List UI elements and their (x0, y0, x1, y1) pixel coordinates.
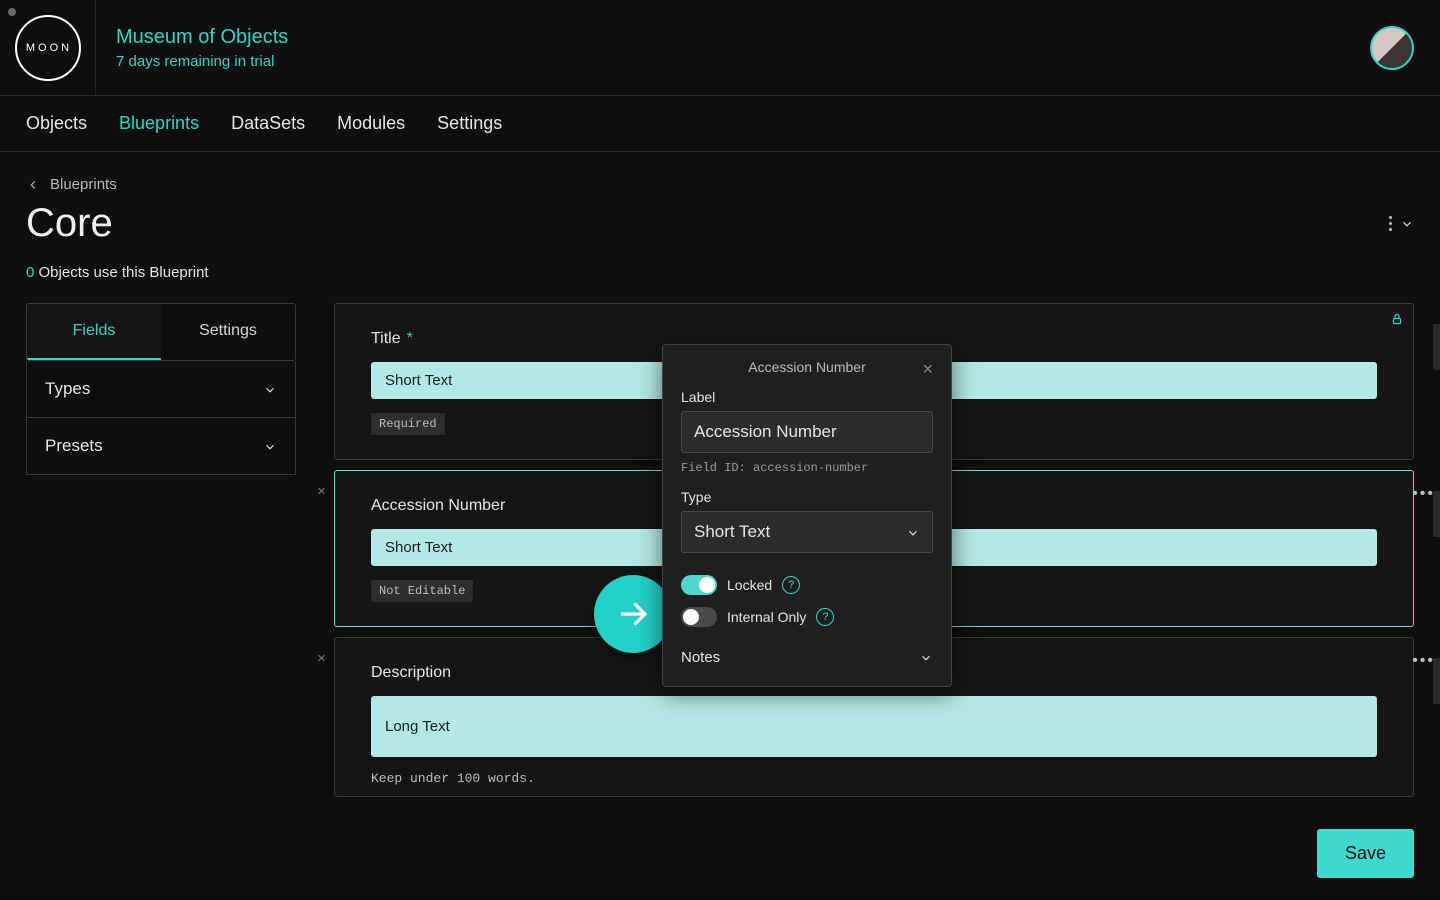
usage-count: 0 (26, 264, 34, 281)
chevron-down-icon (263, 439, 277, 453)
field-note: Keep under 100 words. (371, 771, 1377, 786)
lock-icon (1391, 312, 1403, 329)
org-block: Museum of Objects 7 days remaining in tr… (96, 26, 288, 70)
internal-only-label: Internal Only (727, 609, 806, 625)
chevron-down-icon (906, 525, 920, 539)
locked-label: Locked (727, 577, 772, 593)
help-icon[interactable]: ? (816, 608, 834, 626)
field-id-text: Field ID: accession-number (681, 461, 933, 475)
breadcrumb-label: Blueprints (50, 176, 117, 193)
field-title-label: Description (371, 664, 451, 682)
notes-expander[interactable]: Notes (681, 649, 933, 666)
nav-datasets[interactable]: DataSets (231, 113, 305, 134)
section-presets[interactable]: Presets (26, 418, 296, 475)
back-arrow-icon (26, 178, 40, 192)
remove-field-button[interactable]: × (317, 483, 326, 500)
drag-handle[interactable] (1433, 491, 1440, 537)
blueprint-usage[interactable]: 0 Objects use this Blueprint (26, 264, 1414, 281)
kebab-icon (1389, 216, 1392, 231)
nav-settings[interactable]: Settings (437, 113, 502, 134)
logo-text: MOON (15, 15, 81, 81)
drag-handle[interactable] (1433, 324, 1440, 370)
app-header: MOON Museum of Objects 7 days remaining … (0, 0, 1440, 96)
page-title: Core (26, 201, 113, 246)
nav-blueprints[interactable]: Blueprints (119, 113, 199, 134)
chevron-down-icon (919, 651, 933, 665)
field-more-button[interactable]: ••• (1412, 485, 1435, 503)
required-star-icon: * (407, 330, 413, 348)
chevron-down-icon (1400, 217, 1414, 231)
usage-text: Objects use this Blueprint (39, 264, 209, 281)
tab-fields[interactable]: Fields (27, 304, 161, 360)
section-types[interactable]: Types (26, 361, 296, 418)
primary-nav: Objects Blueprints DataSets Modules Sett… (0, 96, 1440, 152)
close-icon[interactable]: × (922, 359, 933, 380)
locked-toggle[interactable] (681, 575, 717, 595)
status-dot-icon (8, 8, 16, 16)
field-title-label: Accession Number (371, 497, 505, 515)
section-types-label: Types (45, 379, 90, 399)
trial-notice[interactable]: 7 days remaining in trial (116, 53, 288, 70)
insert-arrow-button[interactable] (594, 575, 672, 653)
notes-label: Notes (681, 649, 720, 666)
popover-title: Accession Number (748, 359, 866, 375)
field-type-value: Long Text (371, 696, 1377, 757)
field-badge-required: Required (371, 413, 445, 435)
field-label-input[interactable] (681, 411, 933, 453)
org-name[interactable]: Museum of Objects (116, 26, 288, 49)
field-settings-popover: Accession Number × Label Field ID: acces… (662, 344, 952, 687)
panel-tabs: Fields Settings (26, 303, 296, 361)
left-panel: Fields Settings Types Presets (26, 303, 296, 475)
remove-field-button[interactable]: × (317, 650, 326, 667)
field-type-selected: Short Text (694, 522, 770, 542)
chevron-down-icon (263, 382, 277, 396)
drag-handle[interactable] (1433, 658, 1440, 704)
field-type-select[interactable]: Short Text (681, 511, 933, 553)
type-lbl: Type (681, 489, 933, 505)
logo[interactable]: MOON (0, 0, 96, 96)
label-lbl: Label (681, 389, 933, 405)
section-presets-label: Presets (45, 436, 103, 456)
internal-only-toggle[interactable] (681, 607, 717, 627)
arrow-right-icon (615, 596, 651, 632)
field-title-label: Title (371, 330, 401, 348)
avatar[interactable] (1370, 26, 1414, 70)
breadcrumb[interactable]: Blueprints (26, 176, 1414, 193)
tab-settings[interactable]: Settings (161, 304, 295, 360)
nav-modules[interactable]: Modules (337, 113, 405, 134)
nav-objects[interactable]: Objects (26, 113, 87, 134)
help-icon[interactable]: ? (782, 576, 800, 594)
field-more-button[interactable]: ••• (1412, 652, 1435, 670)
save-button[interactable]: Save (1317, 829, 1414, 878)
field-badge-noteditable: Not Editable (371, 580, 473, 602)
page-more-menu[interactable] (1389, 216, 1414, 231)
